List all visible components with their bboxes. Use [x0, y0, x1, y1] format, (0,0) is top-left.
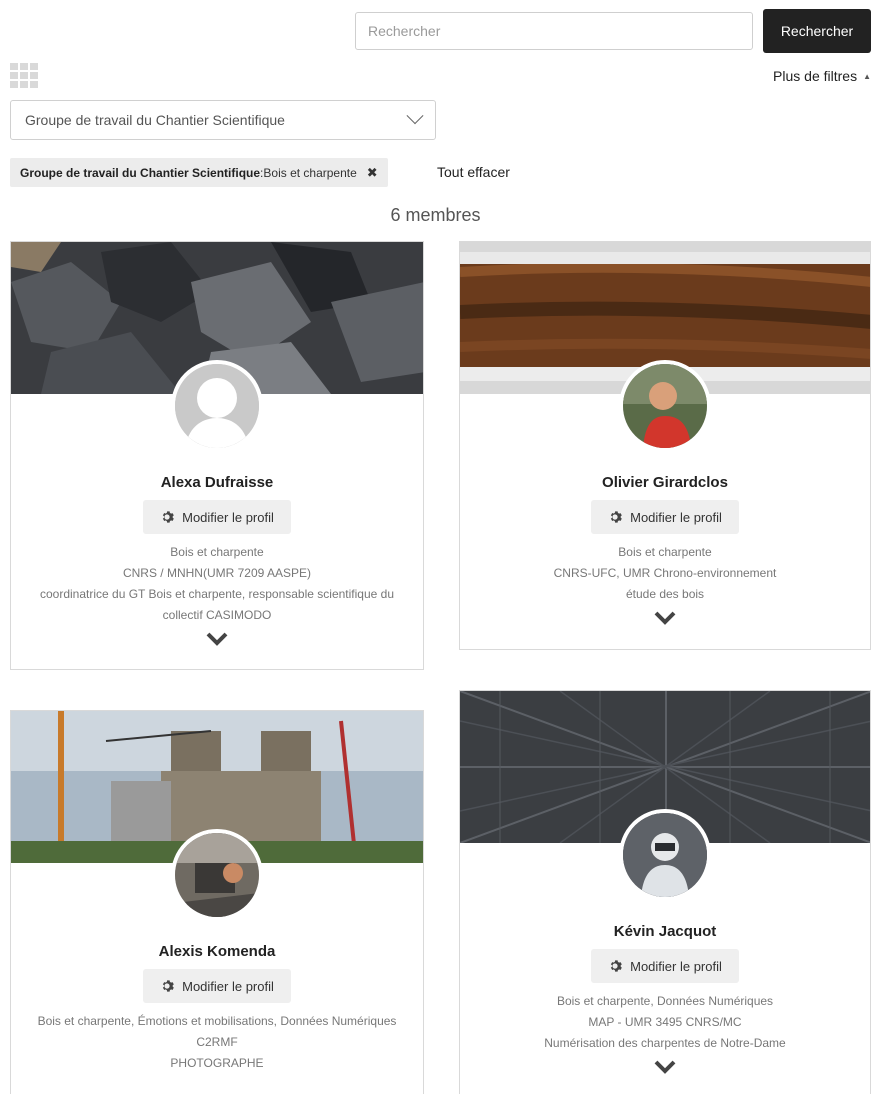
grid-icon[interactable] — [10, 63, 40, 89]
edit-profile-button[interactable]: Modifier le profil — [591, 949, 739, 983]
active-filter-chip[interactable]: Groupe de travail du Chantier Scientifiq… — [10, 158, 388, 187]
member-card: Olivier Girardclos Modifier le profil Bo… — [459, 241, 871, 650]
edit-profile-label: Modifier le profil — [182, 978, 274, 994]
member-name[interactable]: Olivier Girardclos — [460, 474, 870, 491]
avatar[interactable] — [619, 809, 711, 901]
edit-profile-button[interactable]: Modifier le profil — [591, 500, 739, 534]
member-groups: Bois et charpente — [618, 545, 712, 559]
more-filters-label: Plus de filtres — [773, 68, 858, 84]
search-button[interactable]: Rechercher — [763, 9, 871, 53]
edit-profile-button[interactable]: Modifier le profil — [143, 500, 291, 534]
member-affiliation: MAP - UMR 3495 CNRS/MC — [588, 1015, 742, 1029]
member-info: Bois et charpente, Émotions et mobilisat… — [19, 1011, 415, 1074]
members-count: 6 membres — [390, 205, 481, 225]
chevron-down-icon — [406, 107, 424, 125]
avatar[interactable] — [619, 360, 711, 452]
member-affiliation: CNRS-UFC, UMR Chrono-environnement — [553, 566, 777, 580]
member-role: coordinatrice du GT Bois et charpente, r… — [40, 587, 394, 622]
gear-icon — [610, 511, 622, 523]
member-name[interactable]: Alexis Komenda — [11, 943, 423, 960]
member-role: étude des bois — [625, 587, 705, 601]
member-card: Alexis Komenda Modifier le profil Bois e… — [10, 710, 424, 1094]
group-select-value: Groupe de travail du Chantier Scientifiq… — [25, 112, 285, 128]
member-groups: Bois et charpente, Émotions et mobilisat… — [37, 1014, 397, 1028]
member-info: Bois et charpente, Données Numériques MA… — [468, 991, 862, 1074]
chevron-down-icon[interactable] — [206, 632, 228, 646]
chevron-down-icon[interactable] — [654, 611, 676, 625]
member-role: PHOTOGRAPHE — [170, 1056, 264, 1070]
gear-icon — [610, 960, 622, 972]
edit-profile-label: Modifier le profil — [630, 509, 722, 525]
member-name[interactable]: Alexa Dufraisse — [11, 474, 423, 491]
member-affiliation: C2RMF — [196, 1035, 238, 1049]
avatar[interactable] — [171, 360, 263, 452]
member-name[interactable]: Kévin Jacquot — [460, 923, 870, 940]
more-filters-toggle[interactable]: Plus de filtres ▲ — [773, 68, 871, 84]
member-role: Numérisation des charpentes de Notre-Dam… — [544, 1036, 786, 1050]
member-info: Bois et charpente CNRS / MNHN(UMR 7209 A… — [19, 542, 415, 646]
member-card: Alexa Dufraisse Modifier le profil Bois … — [10, 241, 424, 670]
edit-profile-label: Modifier le profil — [630, 958, 722, 974]
chip-value: Bois et charpente — [263, 165, 357, 180]
search-input[interactable] — [355, 12, 753, 50]
chevron-down-icon[interactable] — [654, 1060, 676, 1074]
avatar[interactable] — [171, 829, 263, 921]
edit-profile-label: Modifier le profil — [182, 509, 274, 525]
member-info: Bois et charpente CNRS-UFC, UMR Chrono-e… — [468, 542, 862, 625]
gear-icon — [162, 980, 174, 992]
chip-key: Groupe de travail du Chantier Scientifiq… — [20, 165, 261, 180]
member-affiliation: CNRS / MNHN(UMR 7209 AASPE) — [122, 566, 312, 580]
member-groups: Bois et charpente — [170, 545, 264, 559]
edit-profile-button[interactable]: Modifier le profil — [143, 969, 291, 1003]
caret-up-icon: ▲ — [863, 71, 871, 81]
gear-icon — [162, 511, 174, 523]
clear-all-link[interactable]: Tout effacer — [437, 164, 510, 180]
member-card: Kévin Jacquot Modifier le profil Bois et… — [459, 690, 871, 1094]
close-icon[interactable]: ✖ — [367, 165, 378, 181]
group-select[interactable]: Groupe de travail du Chantier Scientifiq… — [10, 100, 436, 140]
member-groups: Bois et charpente, Données Numériques — [556, 994, 774, 1008]
